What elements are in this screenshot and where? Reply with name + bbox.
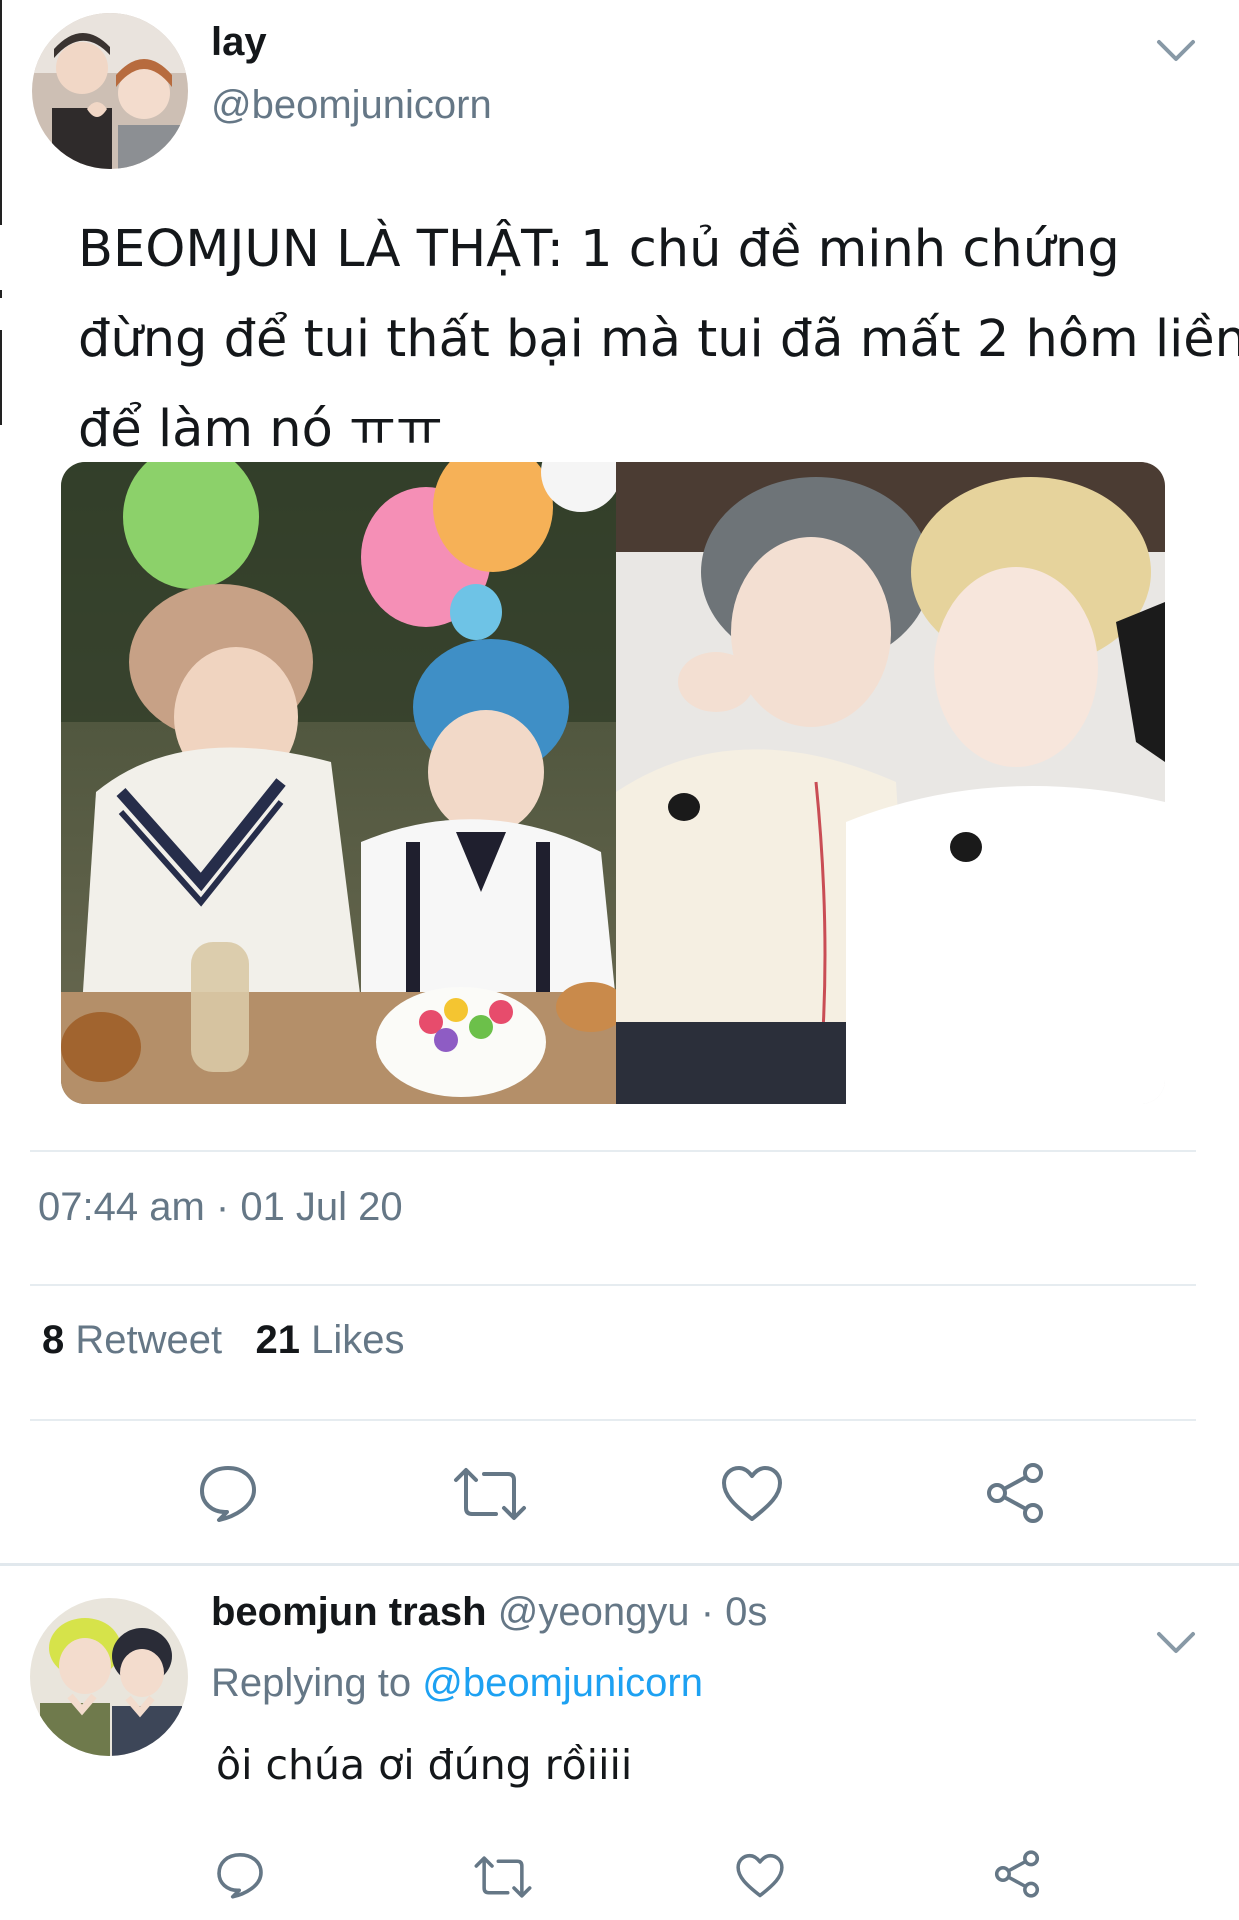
divider [30,1419,1196,1421]
edge-line [0,0,2,225]
share-icon[interactable] [992,1849,1042,1904]
retweet-count: 8 [42,1318,65,1362]
chevron-down-icon[interactable] [1155,38,1197,69]
reply-author-avatar[interactable] [30,1598,188,1756]
like-count: 21 [255,1318,300,1362]
tweet-text-line: đừng để tui thất bại mà tui đã mất 2 hôm… [78,310,1239,369]
author-name[interactable]: lay [211,20,267,65]
like-label: Likes [311,1318,405,1362]
heart-icon[interactable] [720,1465,784,1528]
author-avatar[interactable] [32,13,188,169]
tweet-text-line: BEOMJUN LÀ THẬT: 1 chủ đề minh chứng [78,220,1120,279]
like-stat[interactable]: 21 Likes [255,1318,404,1362]
chevron-down-icon[interactable] [1155,1630,1197,1661]
reply-icon[interactable] [215,1850,265,1905]
retweet-label: Retweet [75,1318,223,1362]
retweet-icon[interactable] [452,1466,528,1527]
divider [30,1150,1196,1152]
reply-icon[interactable] [197,1462,259,1529]
reply-time: · 0s [700,1590,768,1634]
reply-header: beomjun trash @yeongyu · 0s [211,1590,767,1635]
tweet-detail-screen: lay @beomjunicorn BEOMJUN LÀ THẬT: 1 chủ… [0,0,1239,1920]
divider [0,1563,1239,1566]
tweet-timestamp[interactable]: 07:44 am · 01 Jul 20 [38,1185,403,1230]
replying-to-mention[interactable]: @beomjunicorn [422,1661,703,1705]
reply-author-handle[interactable]: @yeongyu [498,1590,690,1634]
tweet-media[interactable] [61,462,1165,1104]
reply-author-name[interactable]: beomjun trash [211,1590,487,1634]
edge-line [0,330,2,425]
media-photo-1[interactable] [61,462,616,1104]
retweet-stat[interactable]: 8 Retweet [42,1318,222,1362]
media-photo-2[interactable] [616,462,1165,1104]
share-icon[interactable] [983,1461,1047,1530]
author-handle[interactable]: @beomjunicorn [211,83,492,128]
retweet-icon[interactable] [473,1855,533,1904]
tweet-stats: 8 Retweet 21 Likes [42,1318,404,1363]
heart-icon[interactable] [735,1853,785,1904]
tweet-text: BEOMJUN LÀ THẬT: 1 chủ đề minh chứng đừn… [78,205,1239,475]
replying-label: Replying to [211,1661,412,1705]
divider [30,1284,1196,1286]
reply-text: ôi chúa ơi đúng rồiiii [216,1741,633,1789]
edge-line [0,290,2,298]
replying-to: Replying to @beomjunicorn [211,1661,703,1706]
